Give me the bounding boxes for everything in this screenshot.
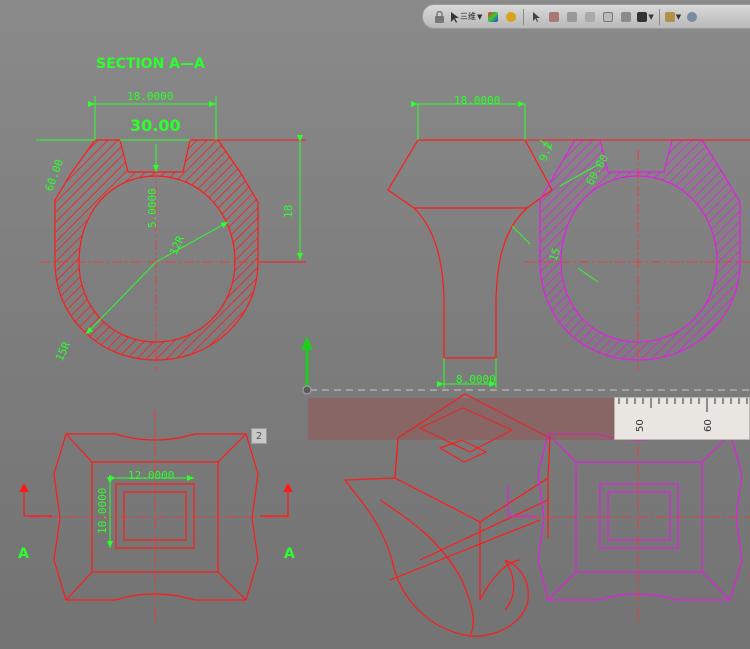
measure-ruler[interactable]: 50 60 xyxy=(614,397,750,440)
right-section-hatched-body xyxy=(539,139,741,361)
camera-button[interactable] xyxy=(618,8,634,26)
shade-button[interactable] xyxy=(582,8,598,26)
shade-icon xyxy=(585,11,596,22)
chevron-down-icon: ▼ xyxy=(675,12,682,21)
ruler-ticks: 50 60 xyxy=(618,398,748,432)
toolbar-divider xyxy=(658,8,660,25)
section-marker-right: A xyxy=(284,546,295,562)
render-button[interactable]: ▼ xyxy=(636,8,654,26)
view-icon xyxy=(549,11,560,22)
view-orient-button[interactable] xyxy=(546,8,562,26)
left-section-view[interactable]: SECTION A—A 18.0000 30.00 60.00 5.0000 1… xyxy=(36,56,306,370)
triad-mode-label: 三维 xyxy=(460,12,476,21)
chevron-down-icon: ▼ xyxy=(477,12,483,21)
render-icon xyxy=(637,11,648,22)
ruler-label-50: 50 xyxy=(635,419,646,432)
cube-button[interactable] xyxy=(564,8,580,26)
settings-button[interactable] xyxy=(684,8,700,26)
axis-triad[interactable] xyxy=(301,336,313,395)
dim-depth-left: 5.0000 xyxy=(146,188,159,228)
dim-bottom-center: 8.0000 xyxy=(456,373,496,386)
gear-icon xyxy=(687,11,698,22)
left-section-hatched-body xyxy=(54,139,259,361)
view-number-badge[interactable]: 2 xyxy=(251,428,267,444)
toolbar-divider xyxy=(523,8,525,25)
view-toolbar[interactable]: 三维 ▼ ▼ ▼ xyxy=(422,4,750,29)
pick-button[interactable] xyxy=(528,8,544,26)
lock-icon xyxy=(434,10,444,23)
triad-icon xyxy=(488,11,499,22)
snap-icon xyxy=(506,11,517,22)
select-icon xyxy=(451,11,459,23)
cad-viewport[interactable]: SECTION A—A 18.0000 30.00 60.00 5.0000 1… xyxy=(0,0,750,649)
cad-drawing-canvas[interactable]: SECTION A—A 18.0000 30.00 60.00 5.0000 1… xyxy=(0,0,750,649)
dim-inner-radius: 12R xyxy=(167,233,187,257)
center-elevation-view[interactable] xyxy=(387,101,553,388)
dim-right-a: 9.2 xyxy=(537,140,556,163)
bottom-right-plan-view[interactable] xyxy=(507,410,750,625)
wire-button[interactable] xyxy=(600,8,616,26)
triad-button[interactable] xyxy=(485,8,501,26)
dim-outer-radius: 15R xyxy=(53,339,73,363)
dim-top-left: 18.0000 xyxy=(127,90,173,103)
ruler-label-60: 60 xyxy=(703,419,714,432)
section-marker-left: A xyxy=(18,546,29,562)
section-title: SECTION A—A xyxy=(96,56,205,72)
section-plane-band xyxy=(308,398,614,440)
pointer-icon xyxy=(532,12,540,22)
dim-top-center: 18.0000 xyxy=(454,94,500,107)
camera-icon xyxy=(621,11,632,22)
dim-width-left: 30.00 xyxy=(130,116,181,135)
dim-height-left: 18 xyxy=(282,205,295,218)
lock-button[interactable] xyxy=(431,8,447,26)
dim-width-bottom: 12.0000 xyxy=(128,469,174,482)
layer-icon xyxy=(664,11,675,22)
chevron-down-icon: ▼ xyxy=(648,12,654,21)
cube-icon xyxy=(567,11,578,22)
snap-button[interactable] xyxy=(503,8,519,26)
wire-icon xyxy=(603,11,614,22)
select-mode-button[interactable]: 三维 ▼ xyxy=(449,8,483,26)
dim-height-bottom: 10.0000 xyxy=(96,488,109,534)
layer-button[interactable]: ▼ xyxy=(664,8,682,26)
